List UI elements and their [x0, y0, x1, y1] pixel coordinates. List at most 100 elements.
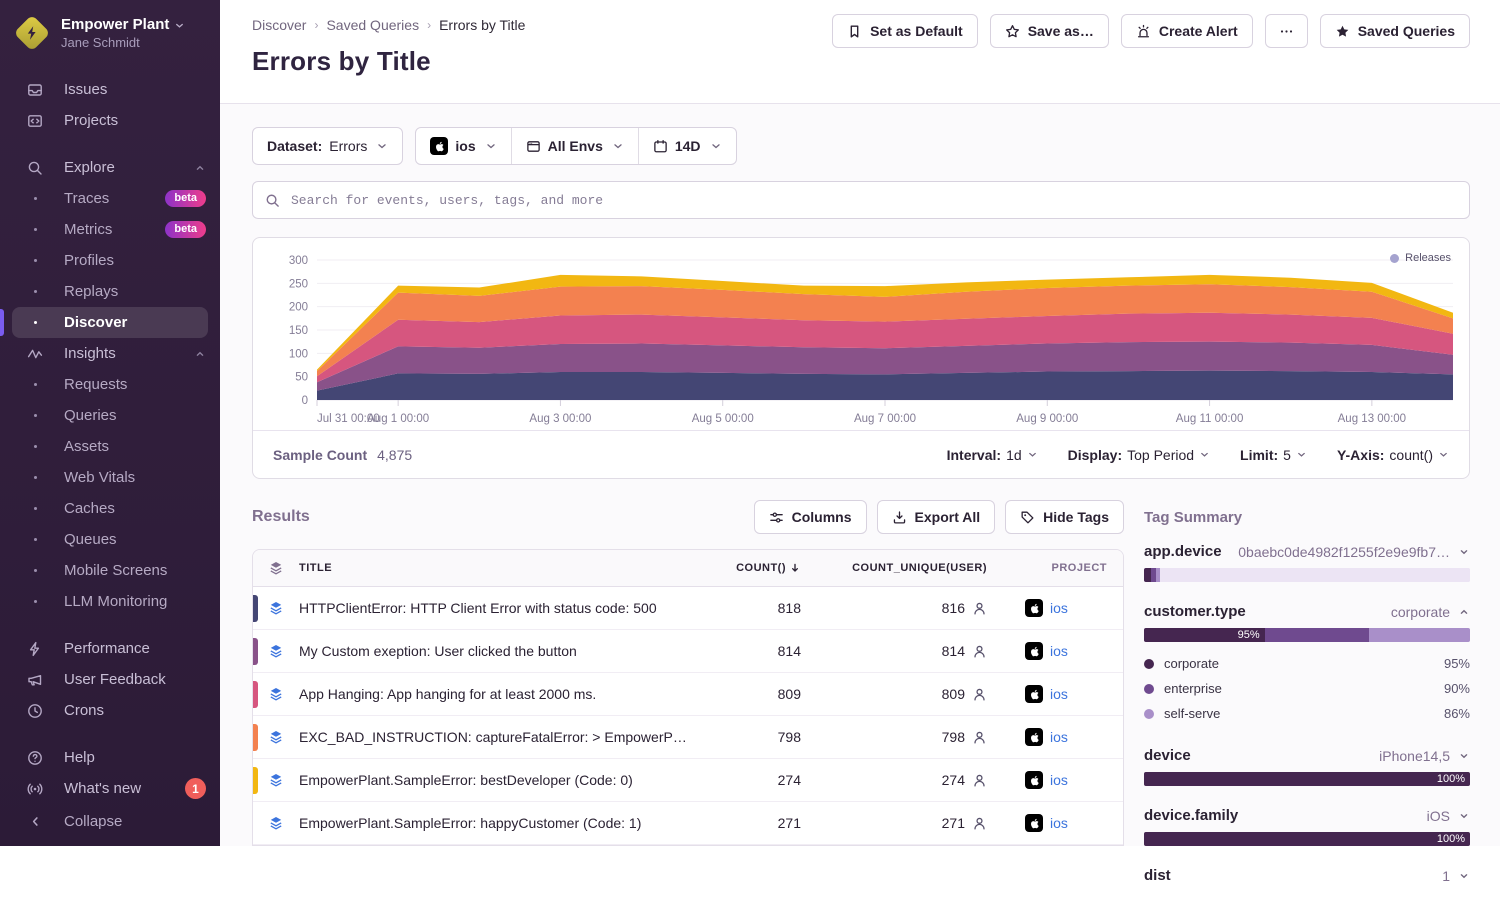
tag-legend-row[interactable]: enterprise90%	[1144, 676, 1470, 701]
display-selector[interactable]: Display:Top Period	[1068, 447, 1210, 463]
legend-dot	[1144, 709, 1154, 719]
table-row[interactable]: HTTPClientError: HTTP Client Error with …	[253, 587, 1123, 630]
whats-new-count-badge: 1	[185, 778, 206, 799]
chevron-down-icon[interactable]	[1458, 870, 1470, 882]
sidebar-item-issues[interactable]: Issues	[0, 74, 220, 105]
set-as-default-button[interactable]: Set as Default	[832, 14, 978, 48]
tag-distribution-bar[interactable]: 100%	[1144, 832, 1470, 846]
error-title[interactable]: EmpowerPlant.SampleError: bestDeveloper …	[299, 772, 701, 788]
sidebar-item-what-s-new[interactable]: What's new1	[0, 773, 220, 804]
sidebar-item-replays[interactable]: Replays	[0, 276, 220, 307]
alert-icon	[1136, 24, 1151, 39]
tag-top-value: 1	[1442, 868, 1450, 884]
chevron-down-icon[interactable]	[1458, 546, 1470, 558]
tag-top-value: iPhone14,5	[1379, 748, 1450, 764]
sidebar-item-profiles[interactable]: Profiles	[0, 245, 220, 276]
sidebar-item-llm-monitoring[interactable]: LLM Monitoring	[0, 586, 220, 617]
chevron-down-icon[interactable]	[1458, 810, 1470, 822]
sidebar-item-requests[interactable]: Requests	[0, 369, 220, 400]
saved-queries-button[interactable]: Saved Queries	[1320, 14, 1470, 48]
project-link[interactable]: ios	[1050, 686, 1068, 702]
tag-distribution-bar[interactable]: 95%	[1144, 628, 1470, 642]
sidebar-collapse-button[interactable]: Collapse	[0, 804, 220, 846]
sidebar-item-insights[interactable]: Insights	[0, 338, 220, 369]
project-filter[interactable]: ios	[416, 128, 510, 164]
stack-icon[interactable]	[253, 729, 299, 745]
column-header-title[interactable]: TITLE	[299, 562, 701, 574]
date-range-filter[interactable]: 14D	[638, 128, 736, 164]
column-header-count[interactable]: COUNT()	[701, 562, 819, 574]
sidebar-item-caches[interactable]: Caches	[0, 493, 220, 524]
sidebar-item-user-feedback[interactable]: User Feedback	[0, 664, 220, 695]
tag-distribution-bar[interactable]	[1144, 568, 1470, 582]
chart-area[interactable]: Releases 050100150200250300Jul 31 00:00A…	[253, 238, 1469, 430]
search-bar[interactable]	[252, 181, 1470, 219]
stack-icon[interactable]	[253, 686, 299, 702]
more-options-button[interactable]	[1265, 14, 1308, 48]
sidebar-item-explore[interactable]: Explore	[0, 152, 220, 183]
error-title[interactable]: App Hanging: App hanging for at least 20…	[299, 686, 701, 702]
bullet-icon	[26, 445, 44, 448]
stack-icon[interactable]	[253, 643, 299, 659]
yaxis-selector[interactable]: Y-Axis:count()	[1337, 447, 1449, 463]
legend-dot	[1144, 684, 1154, 694]
sidebar-item-web-vitals[interactable]: Web Vitals	[0, 462, 220, 493]
sidebar-item-crons[interactable]: Crons	[0, 695, 220, 726]
search-input[interactable]	[289, 192, 1457, 209]
sidebar-item-discover[interactable]: Discover	[12, 307, 208, 338]
sidebar-item-metrics[interactable]: Metricsbeta	[0, 214, 220, 245]
interval-selector[interactable]: Interval:1d	[947, 447, 1038, 463]
error-title[interactable]: HTTPClientError: HTTP Client Error with …	[299, 600, 701, 616]
chevron-up-icon[interactable]	[194, 348, 206, 360]
project-link[interactable]: ios	[1050, 729, 1068, 745]
sidebar-item-mobile-screens[interactable]: Mobile Screens	[0, 555, 220, 586]
apple-icon	[1025, 642, 1043, 660]
sidebar-item-traces[interactable]: Tracesbeta	[0, 183, 220, 214]
table-row[interactable]: My Custom exeption: User clicked the but…	[253, 630, 1123, 673]
table-row[interactable]: EXC_BAD_INSTRUCTION: captureFatalError: …	[253, 716, 1123, 759]
tag-distribution-bar[interactable]: 100%	[1144, 772, 1470, 786]
project-link[interactable]: ios	[1050, 600, 1068, 616]
table-row[interactable]: EmpowerPlant.SampleError: happyCustomer …	[253, 802, 1123, 845]
column-header-count-unique[interactable]: COUNT_UNIQUE(USER)	[819, 562, 1005, 574]
stack-icon[interactable]	[253, 772, 299, 788]
export-all-button[interactable]: Export All	[877, 500, 996, 534]
bullet-icon	[26, 600, 44, 603]
save-as-button[interactable]: Save as…	[990, 14, 1109, 48]
dataset-selector[interactable]: Dataset: Errors	[252, 127, 403, 165]
sidebar-item-queries[interactable]: Queries	[0, 400, 220, 431]
error-title[interactable]: EXC_BAD_INSTRUCTION: captureFatalError: …	[299, 729, 701, 745]
user-icon	[972, 644, 987, 659]
sample-count-value: 4,875	[377, 447, 412, 463]
limit-selector[interactable]: Limit:5	[1240, 447, 1307, 463]
breadcrumb-saved-queries[interactable]: Saved Queries	[326, 17, 419, 33]
svg-text:Aug 7 00:00: Aug 7 00:00	[854, 413, 916, 425]
stack-icon[interactable]	[253, 815, 299, 831]
hide-tags-button[interactable]: Hide Tags	[1005, 500, 1124, 534]
chart-legend[interactable]: Releases	[1390, 252, 1451, 264]
org-switcher[interactable]: Empower Plant Jane Schmidt	[0, 0, 220, 64]
stack-icon[interactable]	[253, 600, 299, 616]
project-link[interactable]: ios	[1050, 643, 1068, 659]
create-alert-button[interactable]: Create Alert	[1121, 14, 1253, 48]
sidebar-item-queues[interactable]: Queues	[0, 524, 220, 555]
error-title[interactable]: My Custom exeption: User clicked the but…	[299, 643, 701, 659]
sidebar-item-projects[interactable]: Projects	[0, 105, 220, 136]
table-row[interactable]: EmpowerPlant.SampleError: bestDeveloper …	[253, 759, 1123, 802]
error-title[interactable]: EmpowerPlant.SampleError: happyCustomer …	[299, 815, 701, 831]
breadcrumb-discover[interactable]: Discover	[252, 17, 306, 33]
table-row[interactable]: App Hanging: App hanging for at least 20…	[253, 673, 1123, 716]
chevron-up-icon[interactable]	[1458, 606, 1470, 618]
chevron-down-icon[interactable]	[1458, 750, 1470, 762]
environment-filter[interactable]: All Envs	[511, 128, 638, 164]
tag-legend-row[interactable]: corporate95%	[1144, 651, 1470, 676]
project-link[interactable]: ios	[1050, 815, 1068, 831]
column-header-project[interactable]: PROJECT	[1005, 562, 1123, 574]
columns-button[interactable]: Columns	[754, 500, 867, 534]
sidebar-item-help[interactable]: Help	[0, 742, 220, 773]
tag-legend-row[interactable]: self-serve86%	[1144, 701, 1470, 726]
sidebar-item-assets[interactable]: Assets	[0, 431, 220, 462]
chevron-up-icon[interactable]	[194, 162, 206, 174]
sidebar-item-performance[interactable]: Performance	[0, 633, 220, 664]
project-link[interactable]: ios	[1050, 772, 1068, 788]
